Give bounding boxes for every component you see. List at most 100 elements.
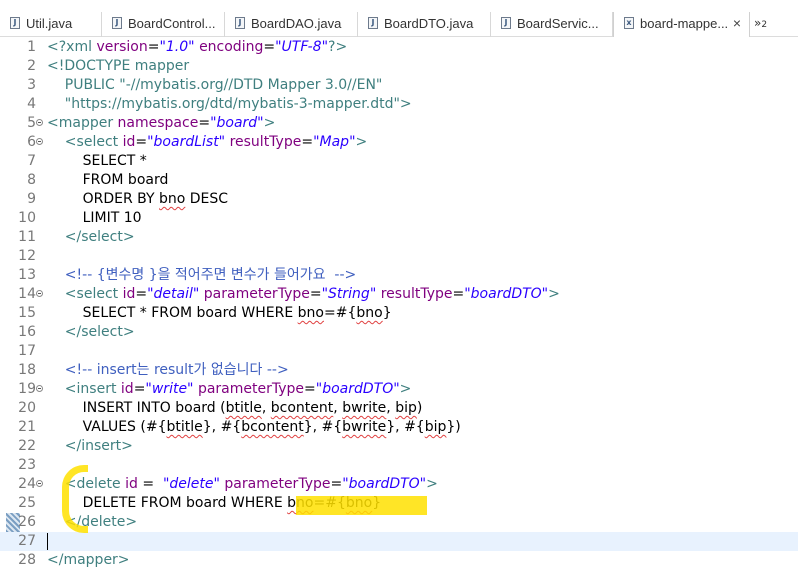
code-line[interactable]: 26 </delete> bbox=[0, 513, 798, 532]
code-token: parameterType bbox=[197, 381, 305, 397]
line-code: </mapper> bbox=[47, 551, 130, 568]
code-token: }) bbox=[446, 419, 461, 435]
line-code: SELECT * FROM board WHERE bno=#{bno} bbox=[47, 304, 392, 323]
tab-board-controller[interactable]: J BoardControl... bbox=[102, 12, 225, 37]
code-line[interactable]: 14 <select id="detail" parameterType="St… bbox=[0, 285, 798, 304]
line-number: 4 bbox=[27, 96, 36, 112]
line-number: 7 bbox=[27, 153, 36, 169]
code-token: resultType bbox=[380, 286, 453, 302]
tab-board-mapper[interactable]: x board-mappe... × bbox=[613, 12, 750, 37]
highlight-marker-annotation bbox=[296, 496, 427, 515]
code-token: bcontent bbox=[241, 419, 304, 435]
code-token: }, #{ bbox=[303, 419, 343, 435]
line-number: 14 bbox=[18, 286, 36, 302]
code-token: <?xml bbox=[47, 39, 97, 55]
fold-toggle-icon[interactable] bbox=[36, 290, 43, 297]
code-token: </delete> bbox=[47, 514, 138, 530]
code-line[interactable]: 22 </insert> bbox=[0, 437, 798, 456]
code-line[interactable]: 13 <!-- {변수명 }을 적어주면 변수가 들어가요 --> bbox=[0, 266, 798, 285]
code-line[interactable]: 23 bbox=[0, 456, 798, 475]
code-token: = bbox=[198, 115, 211, 131]
code-token: = bbox=[137, 476, 163, 492]
code-token: <!-- {변수명 }을 적어주면 변수가 들어가요 --> bbox=[47, 267, 357, 283]
code-line[interactable]: 17 bbox=[0, 342, 798, 361]
code-token: <!-- insert는 result가 없습니다 --> bbox=[47, 362, 289, 378]
tab-label: board-mappe... bbox=[640, 16, 729, 31]
code-line[interactable]: 1 <?xml version="1.0" encoding="UTF-8"?> bbox=[0, 38, 798, 57]
code-token: ?> bbox=[328, 39, 348, 55]
code-token: bno bbox=[356, 305, 383, 321]
code-token: = bbox=[133, 381, 146, 397]
line-code: PUBLIC "-//mybatis.org//DTD Mapper 3.0//… bbox=[47, 76, 383, 95]
code-token: encoding bbox=[199, 39, 264, 55]
code-token: > bbox=[399, 381, 412, 397]
code-line[interactable]: 7 SELECT * bbox=[0, 152, 798, 171]
line-code: <delete id = "delete" parameterType="boa… bbox=[47, 475, 438, 494]
code-token: <insert bbox=[47, 381, 121, 397]
fold-toggle-icon[interactable] bbox=[36, 138, 43, 145]
line-code: "https://mybatis.org/dtd/mybatis-3-mappe… bbox=[47, 95, 412, 114]
line-number: 27 bbox=[18, 533, 36, 549]
overflow-count: 2 bbox=[761, 20, 768, 30]
code-line[interactable]: 27 bbox=[0, 532, 798, 551]
code-token: parameterType bbox=[203, 286, 310, 302]
line-number: 26 bbox=[18, 514, 36, 530]
tab-util-java[interactable]: J Util.java bbox=[0, 12, 102, 37]
code-token: = bbox=[263, 39, 276, 55]
code-token: PUBLIC "-//mybatis.org//DTD Mapper 3.0//… bbox=[47, 77, 383, 93]
fold-toggle-icon[interactable] bbox=[36, 480, 43, 487]
code-line[interactable]: 10 LIMIT 10 bbox=[0, 209, 798, 228]
code-line[interactable]: 6 <select id="boardList" resultType="Map… bbox=[0, 133, 798, 152]
code-line[interactable]: 16 </select> bbox=[0, 323, 798, 342]
code-line[interactable]: 18 <!-- insert는 result가 없습니다 --> bbox=[0, 361, 798, 380]
code-token: = bbox=[135, 286, 148, 302]
code-token: <select bbox=[47, 134, 123, 150]
fold-toggle-icon[interactable] bbox=[36, 119, 43, 126]
line-number: 23 bbox=[18, 457, 36, 473]
code-line[interactable]: 15 SELECT * FROM board WHERE bno=#{bno} bbox=[0, 304, 798, 323]
java-file-icon: J bbox=[112, 17, 122, 29]
close-tab-icon[interactable]: × bbox=[733, 15, 741, 31]
code-token: "boardDTO" bbox=[342, 476, 427, 492]
code-token: resultType bbox=[229, 134, 302, 150]
code-line[interactable]: 12 bbox=[0, 247, 798, 266]
code-line[interactable]: 3 PUBLIC "-//mybatis.org//DTD Mapper 3.0… bbox=[0, 76, 798, 95]
line-code: </select> bbox=[47, 228, 135, 247]
code-token: id bbox=[122, 286, 136, 302]
code-line[interactable]: 21 VALUES (#{btitle}, #{bcontent}, #{bwr… bbox=[0, 418, 798, 437]
line-code: INSERT INTO board (btitle, bcontent, bwr… bbox=[47, 399, 423, 418]
tab-board-dto[interactable]: J BoardDTO.java bbox=[358, 12, 491, 37]
code-token: "String" bbox=[321, 286, 377, 302]
code-token: bip bbox=[395, 400, 417, 416]
tab-overflow-button[interactable]: »2 bbox=[754, 16, 767, 30]
code-line[interactable]: 24 <delete id = "delete" parameterType="… bbox=[0, 475, 798, 494]
code-token: LIMIT 10 bbox=[47, 210, 142, 226]
java-file-icon: J bbox=[501, 17, 511, 29]
line-number: 25 bbox=[18, 495, 36, 511]
code-line[interactable]: 28 </mapper> bbox=[0, 551, 798, 568]
xml-editor[interactable]: 1 <?xml version="1.0" encoding="UTF-8"?> 2… bbox=[0, 37, 798, 568]
code-token: "boardList" bbox=[147, 134, 226, 150]
code-line[interactable]: 11 </select> bbox=[0, 228, 798, 247]
tab-board-dao[interactable]: J BoardDAO.java bbox=[225, 12, 358, 37]
code-token: = bbox=[330, 476, 343, 492]
tab-board-service[interactable]: J BoardServic... bbox=[491, 12, 613, 37]
code-token: = bbox=[135, 134, 148, 150]
code-line[interactable]: 2 <!DOCTYPE mapper bbox=[0, 57, 798, 76]
tab-label: BoardControl... bbox=[128, 16, 216, 31]
code-token: } bbox=[382, 305, 392, 321]
code-token: , bbox=[333, 400, 343, 416]
code-line[interactable]: 9 ORDER BY bno DESC bbox=[0, 190, 798, 209]
code-token: btitle bbox=[166, 419, 203, 435]
line-number: 20 bbox=[18, 400, 36, 416]
code-token: VALUES (#{ bbox=[47, 419, 167, 435]
fold-toggle-icon[interactable] bbox=[36, 385, 43, 392]
code-line[interactable]: 20 INSERT INTO board (btitle, bcontent, … bbox=[0, 399, 798, 418]
line-number: 13 bbox=[18, 267, 36, 283]
code-line[interactable]: 5 <mapper namespace="board"> bbox=[0, 114, 798, 133]
code-token: id bbox=[125, 476, 138, 492]
code-line[interactable]: 8 FROM board bbox=[0, 171, 798, 190]
code-line[interactable]: 4 "https://mybatis.org/dtd/mybatis-3-map… bbox=[0, 95, 798, 114]
code-token: "detail" bbox=[147, 286, 200, 302]
code-line[interactable]: 19 <insert id="write" parameterType="boa… bbox=[0, 380, 798, 399]
